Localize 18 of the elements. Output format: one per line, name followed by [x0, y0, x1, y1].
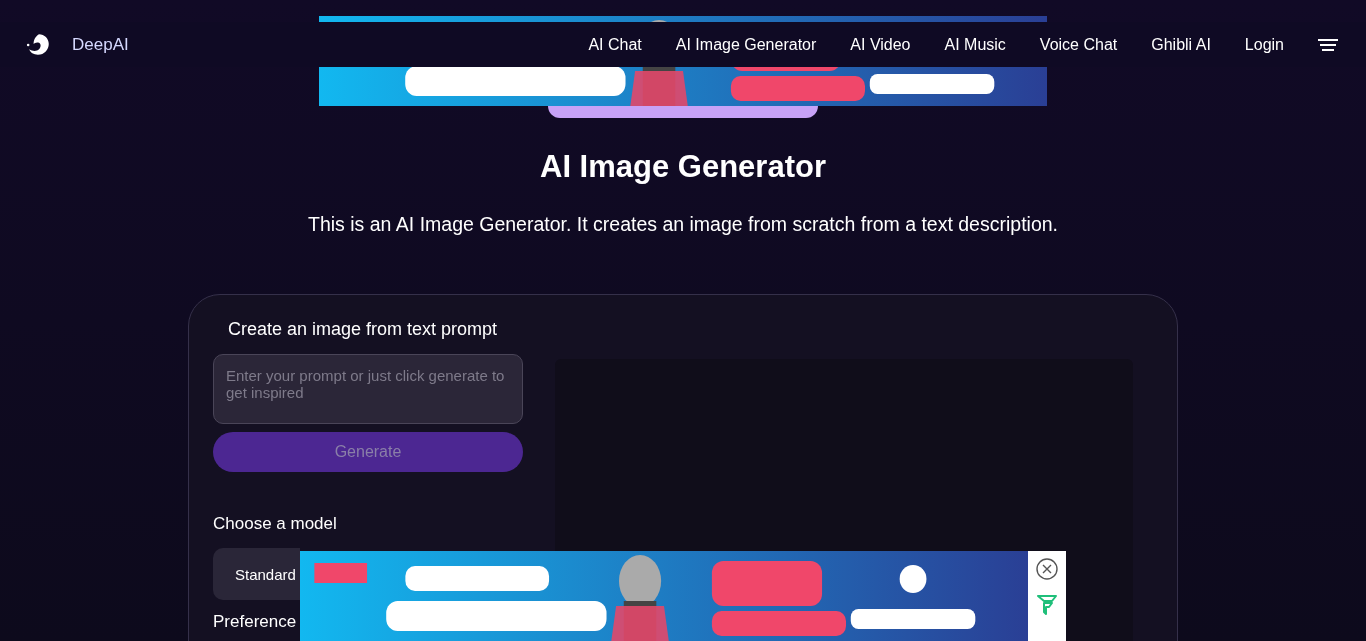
model-select[interactable]: Standard [213, 548, 300, 600]
nav-link[interactable]: Login [1244, 35, 1284, 54]
close-icon[interactable] [1035, 557, 1059, 581]
nav-link[interactable]: AI Image Generator [675, 35, 817, 54]
prompt-field[interactable]: Enter your prompt or just click generate to get inspired [213, 354, 523, 424]
nav-link[interactable]: AI Chat [588, 35, 642, 54]
page-description: This is an AI Image Generator. It creates an image from scratch from a text description. [308, 213, 1058, 236]
nav-link[interactable]: Voice Chat [1039, 35, 1118, 54]
nav-link[interactable]: Ghibli AI [1151, 35, 1211, 54]
nav-link[interactable]: AI Music [944, 35, 1006, 54]
model-label: Choose a model [213, 514, 338, 534]
preferences-label: Preference [213, 612, 298, 632]
menu-icon[interactable] [1318, 37, 1338, 52]
dolphin-logo-icon [26, 31, 52, 58]
form-heading: Create an image from text prompt [228, 319, 499, 340]
page-title: AI Image Generator [540, 149, 826, 185]
brand-name[interactable]: DeepAI [72, 34, 129, 55]
nav-link[interactable]: AI Video [850, 35, 911, 54]
